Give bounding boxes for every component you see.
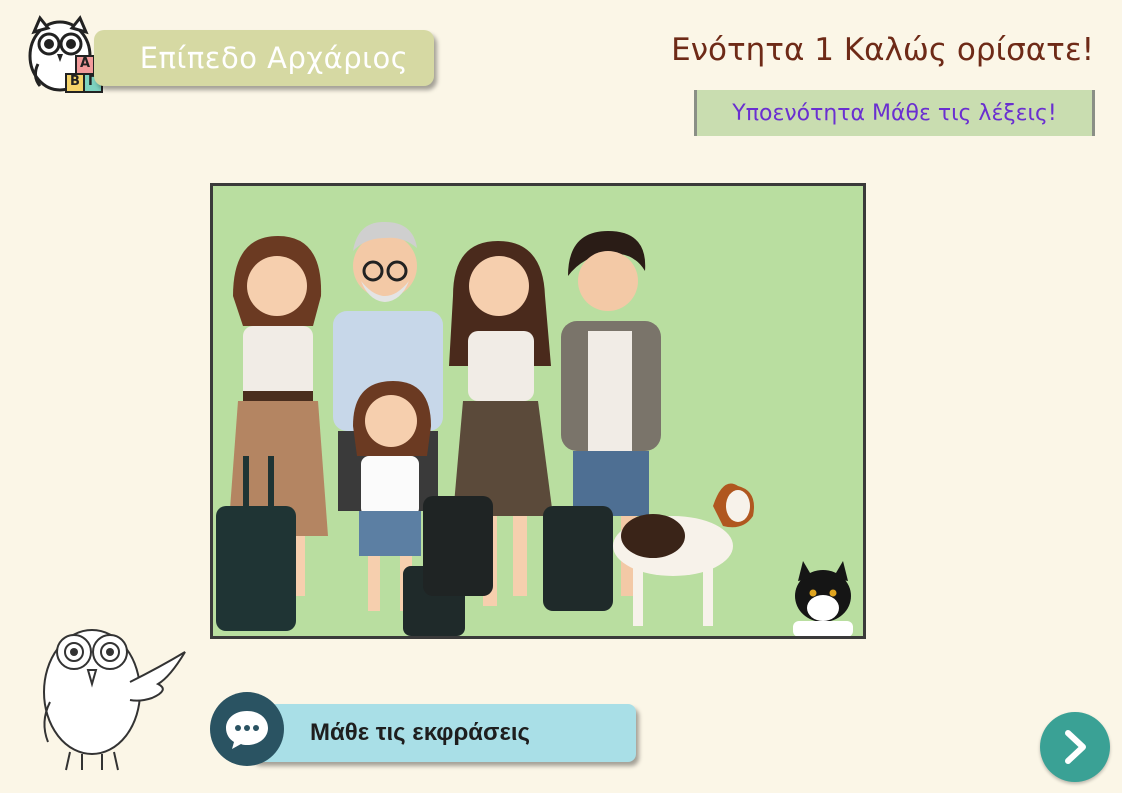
- woman-figure: [216, 236, 328, 631]
- subunit-label: Υποενότητα Μάθε τις λέξεις!: [694, 90, 1095, 136]
- next-button[interactable]: [1040, 712, 1110, 782]
- family-travel-illustration: [210, 183, 866, 639]
- cat-figure: [793, 561, 853, 636]
- expressions-label[interactable]: Μάθε τις εκφράσεις: [250, 704, 636, 762]
- level-label: Επίπεδο Αρχάριος: [94, 30, 434, 86]
- young-woman-figure: [423, 241, 553, 606]
- owl-pointing-icon: [30, 612, 190, 777]
- block-letter-b: Β: [70, 74, 80, 89]
- expressions-button[interactable]: Μάθε τις εκφράσεις: [210, 692, 640, 772]
- block-letter-a: Α: [80, 56, 91, 71]
- chevron-right-icon: [1065, 730, 1086, 764]
- speech-bubble-icon[interactable]: [210, 692, 284, 766]
- unit-title: Ενότητα 1 Καλώς ορίσατε!: [671, 32, 1094, 68]
